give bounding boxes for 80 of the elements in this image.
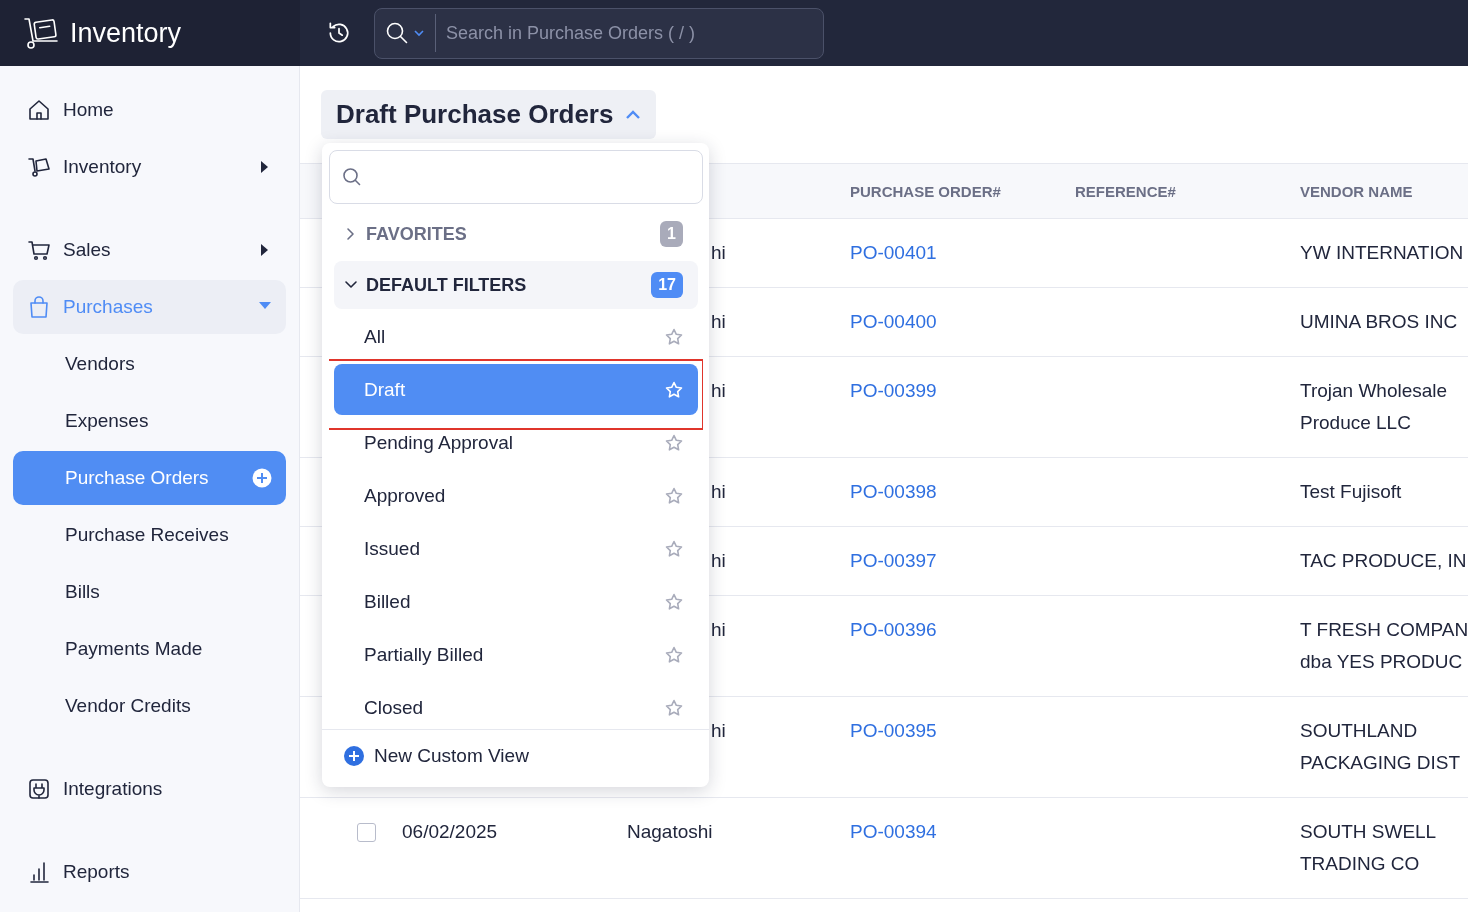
search-bar[interactable]: Search in Purchase Orders ( / ): [374, 7, 824, 59]
table-cell: Nagatoshi: [627, 821, 713, 842]
plus-circle-icon: [344, 746, 364, 766]
sidebar-item[interactable]: Home: [13, 83, 286, 137]
sidebar-subitem[interactable]: Expenses: [13, 394, 286, 448]
po-number-link[interactable]: PO-00396: [850, 619, 937, 640]
filter-group-header[interactable]: FAVORITES 1: [334, 212, 698, 256]
star-icon[interactable]: [665, 327, 683, 346]
sidebar-subitem[interactable]: Payments Made: [13, 622, 286, 676]
caret-up-icon: [625, 108, 642, 121]
trolley-icon: [22, 16, 60, 50]
search-icon: [342, 167, 362, 187]
star-icon[interactable]: [665, 486, 683, 505]
plus-circle-icon[interactable]: [252, 468, 272, 488]
sidebar-subitem[interactable]: Vendor Credits: [13, 679, 286, 733]
table-cell-text: Trojan Wholesale: [1300, 379, 1449, 403]
table-cell-text: Test Fujisoft: [1300, 480, 1403, 504]
search-icon: [385, 21, 409, 45]
app-title: Inventory: [70, 17, 182, 49]
star-icon[interactable]: [665, 698, 683, 717]
table-cell-text: PACKAGING DIST: [1300, 751, 1462, 775]
table-cell-text: UMINA BROS INC: [1300, 310, 1459, 334]
filter-item[interactable]: Approved: [334, 470, 698, 521]
table-cell: hi: [711, 481, 726, 502]
po-number-link[interactable]: PO-00401: [850, 242, 937, 263]
star-icon[interactable]: [665, 645, 683, 664]
sidebar-item[interactable]: Integrations: [13, 762, 286, 816]
po-number-link[interactable]: PO-00397: [850, 550, 937, 571]
filter-item[interactable]: Pending Approval: [334, 417, 698, 468]
table-cell-text: SOUTHLAND: [1300, 719, 1419, 743]
history-icon[interactable]: [326, 20, 352, 46]
table-cell: hi: [711, 380, 726, 401]
table-cell: 06/02/2025: [402, 821, 498, 842]
table-cell-text: dba YES PRODUC: [1300, 650, 1464, 674]
table-cell-text: TRADING CO: [1300, 852, 1421, 876]
view-switcher[interactable]: Draft Purchase Orders: [321, 90, 657, 139]
home-icon: [27, 98, 51, 122]
table-cell: hi: [711, 550, 726, 571]
table-cell: hi: [711, 720, 726, 741]
star-icon[interactable]: [665, 433, 683, 452]
table-cell-text: TAC PRODUCE, IN: [1300, 549, 1468, 573]
filter-search-field[interactable]: [329, 150, 703, 204]
sidebar-item[interactable]: Inventory: [13, 140, 286, 194]
column-header[interactable]: PURCHASE ORDER#: [838, 182, 1001, 200]
cart-icon: [27, 238, 51, 262]
filter-item[interactable]: Partially Billed: [334, 629, 698, 680]
po-number-link[interactable]: PO-00395: [850, 720, 937, 741]
column-header[interactable]: VENDOR NAME: [1288, 182, 1413, 200]
table-cell-text: T FRESH COMPAN: [1300, 618, 1468, 642]
filter-item[interactable]: All: [334, 311, 698, 362]
table-cell-text: SOUTH SWELL: [1300, 820, 1438, 844]
bar-chart-icon: [27, 860, 51, 884]
sidebar-subitem[interactable]: Purchase Receives: [13, 508, 286, 562]
plug-icon: [27, 777, 51, 801]
table-cell: hi: [711, 619, 726, 640]
column-header[interactable]: REFERENCE#: [1063, 182, 1176, 200]
sidebar-subitem[interactable]: Vendors: [13, 337, 286, 391]
sidebar-subitem[interactable]: Bills: [13, 565, 286, 619]
po-number-link[interactable]: PO-00400: [850, 311, 937, 332]
filter-item[interactable]: Billed: [334, 576, 698, 627]
table-cell: hi: [711, 242, 726, 263]
filter-item[interactable]: Closed: [334, 682, 698, 729]
search-input[interactable]: Search in Purchase Orders ( / ): [436, 21, 813, 45]
po-number-link[interactable]: PO-00399: [850, 380, 937, 401]
po-number-link[interactable]: PO-00394: [850, 821, 937, 842]
filter-group-header[interactable]: DEFAULT FILTERS 17: [334, 261, 698, 309]
caret-icon: [413, 28, 425, 38]
filter-item[interactable]: Issued: [334, 523, 698, 574]
row-checkbox[interactable]: [357, 823, 376, 842]
trolley-icon: [27, 155, 51, 179]
sidebar-item[interactable]: Reports: [13, 845, 286, 899]
table-cell-text: YW INTERNATION: [1300, 241, 1465, 265]
po-number-link[interactable]: PO-00398: [850, 481, 937, 502]
star-icon[interactable]: [665, 592, 683, 611]
new-custom-view-link[interactable]: New Custom View: [322, 729, 709, 782]
table-cell: hi: [711, 311, 726, 332]
bag-icon: [27, 295, 51, 319]
sidebar-item[interactable]: Sales: [13, 223, 286, 277]
table-cell-text: Produce LLC: [1300, 411, 1412, 435]
star-icon[interactable]: [665, 539, 683, 558]
